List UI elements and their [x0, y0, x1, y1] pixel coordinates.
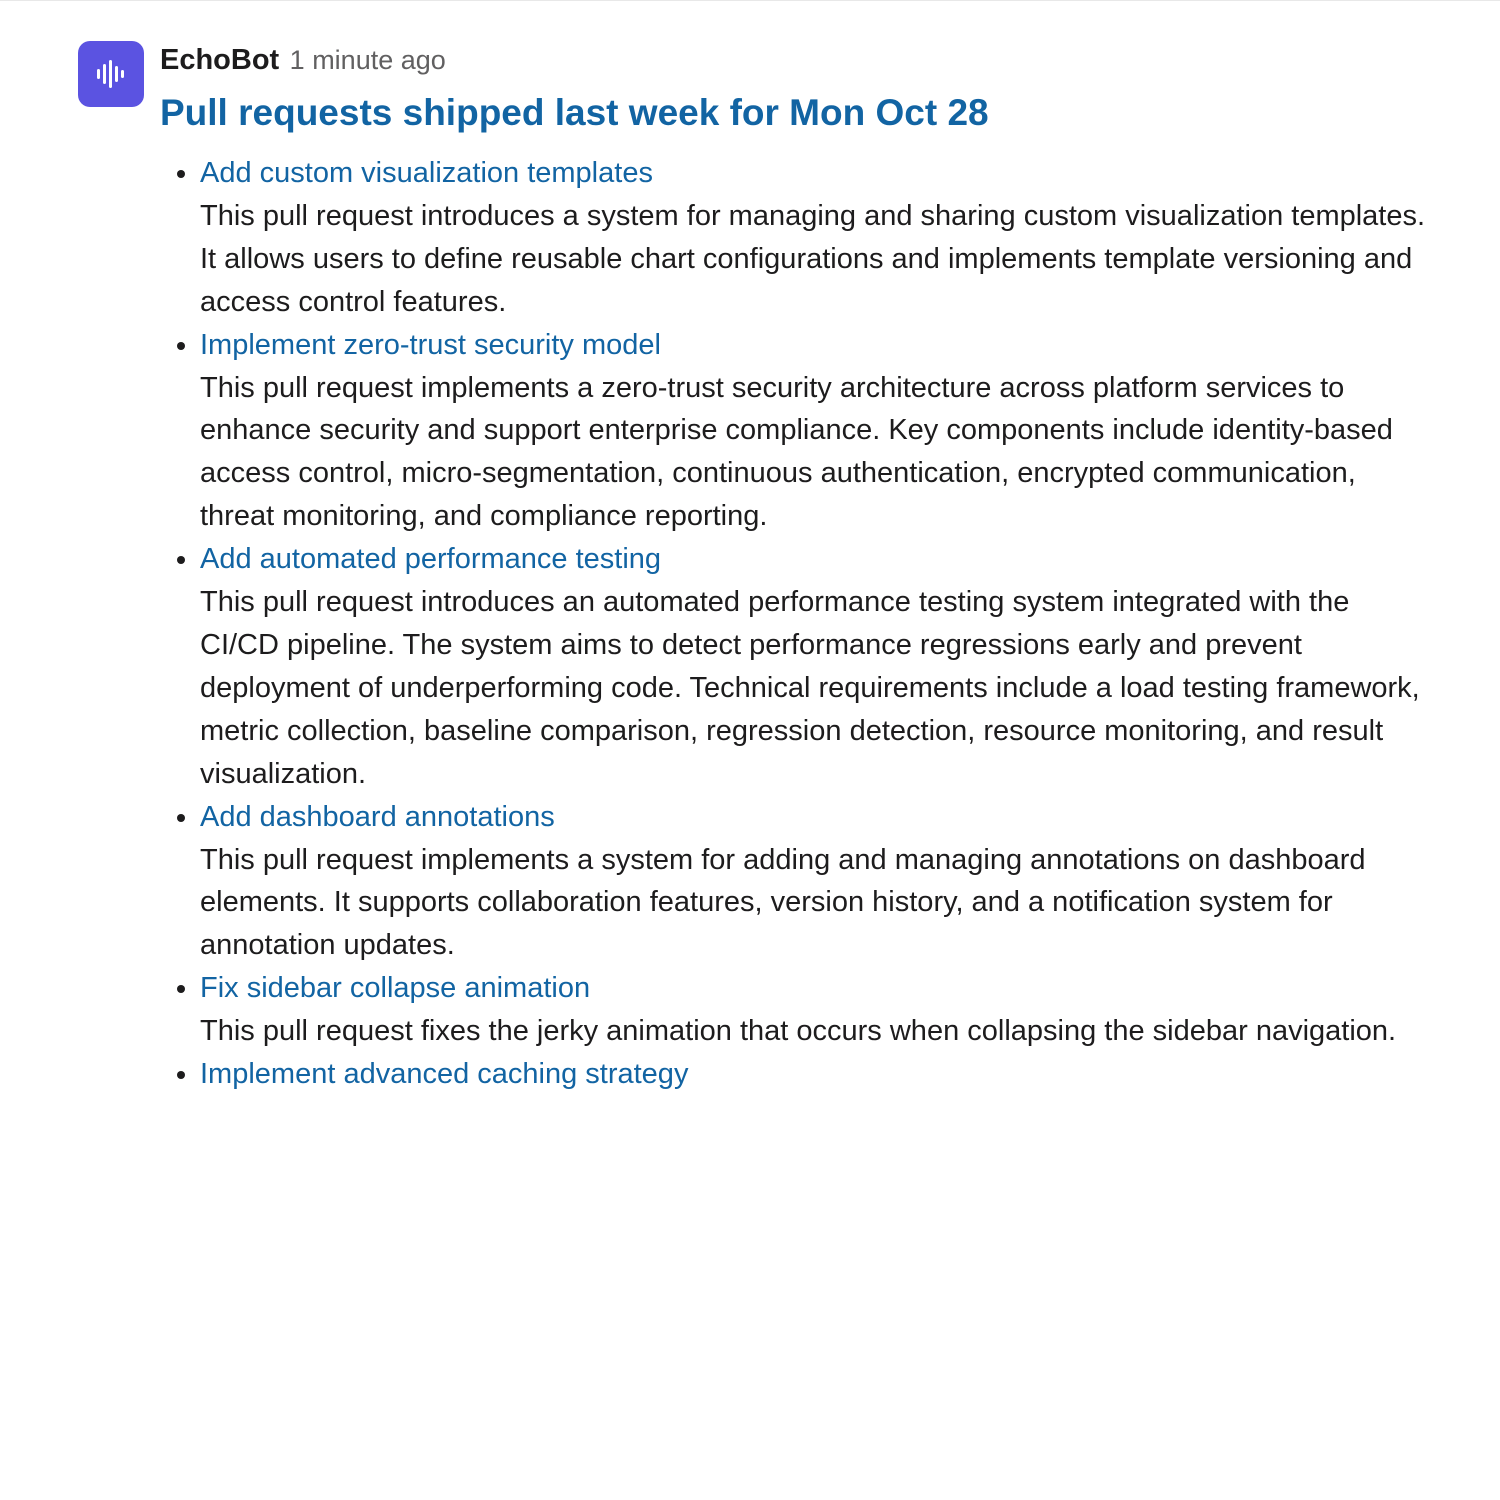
message-content: EchoBot 1 minute ago Pull requests shipp…	[160, 41, 1430, 1096]
list-item: Implement zero-trust security model This…	[200, 324, 1430, 539]
waveform-icon	[92, 55, 130, 93]
list-item: Add custom visualization templates This …	[200, 152, 1430, 324]
pr-link[interactable]: Implement advanced caching strategy	[200, 1058, 688, 1090]
pr-link[interactable]: Implement zero-trust security model	[200, 329, 661, 361]
pr-link[interactable]: Add automated performance testing	[200, 543, 661, 575]
pr-description: This pull request introduces a system fo…	[200, 200, 1425, 318]
bot-avatar[interactable]	[78, 41, 144, 107]
pr-description: This pull request introduces an automate…	[200, 586, 1420, 790]
pr-link[interactable]: Fix sidebar collapse animation	[200, 972, 590, 1004]
pr-link[interactable]: Add custom visualization templates	[200, 157, 653, 189]
pull-request-list: Add custom visualization templates This …	[160, 152, 1430, 1096]
bot-name[interactable]: EchoBot	[160, 44, 279, 76]
chat-message: EchoBot 1 minute ago Pull requests shipp…	[0, 1, 1500, 1096]
pr-description: This pull request implements a system fo…	[200, 844, 1366, 962]
list-item: Implement advanced caching strategy	[200, 1053, 1430, 1096]
pr-description: This pull request implements a zero-trus…	[200, 372, 1393, 533]
pr-link[interactable]: Add dashboard annotations	[200, 801, 555, 833]
list-item: Fix sidebar collapse animation This pull…	[200, 967, 1430, 1053]
message-viewport: EchoBot 1 minute ago Pull requests shipp…	[0, 0, 1500, 1500]
message-header: EchoBot 1 minute ago	[160, 43, 1430, 78]
list-item: Add dashboard annotations This pull requ…	[200, 796, 1430, 968]
pr-description: This pull request fixes the jerky animat…	[200, 1015, 1396, 1047]
list-item: Add automated performance testing This p…	[200, 538, 1430, 795]
message-timestamp[interactable]: 1 minute ago	[290, 45, 446, 75]
message-title-link[interactable]: Pull requests shipped last week for Mon …	[160, 90, 1430, 136]
bottom-fade-overlay	[0, 1240, 1500, 1500]
